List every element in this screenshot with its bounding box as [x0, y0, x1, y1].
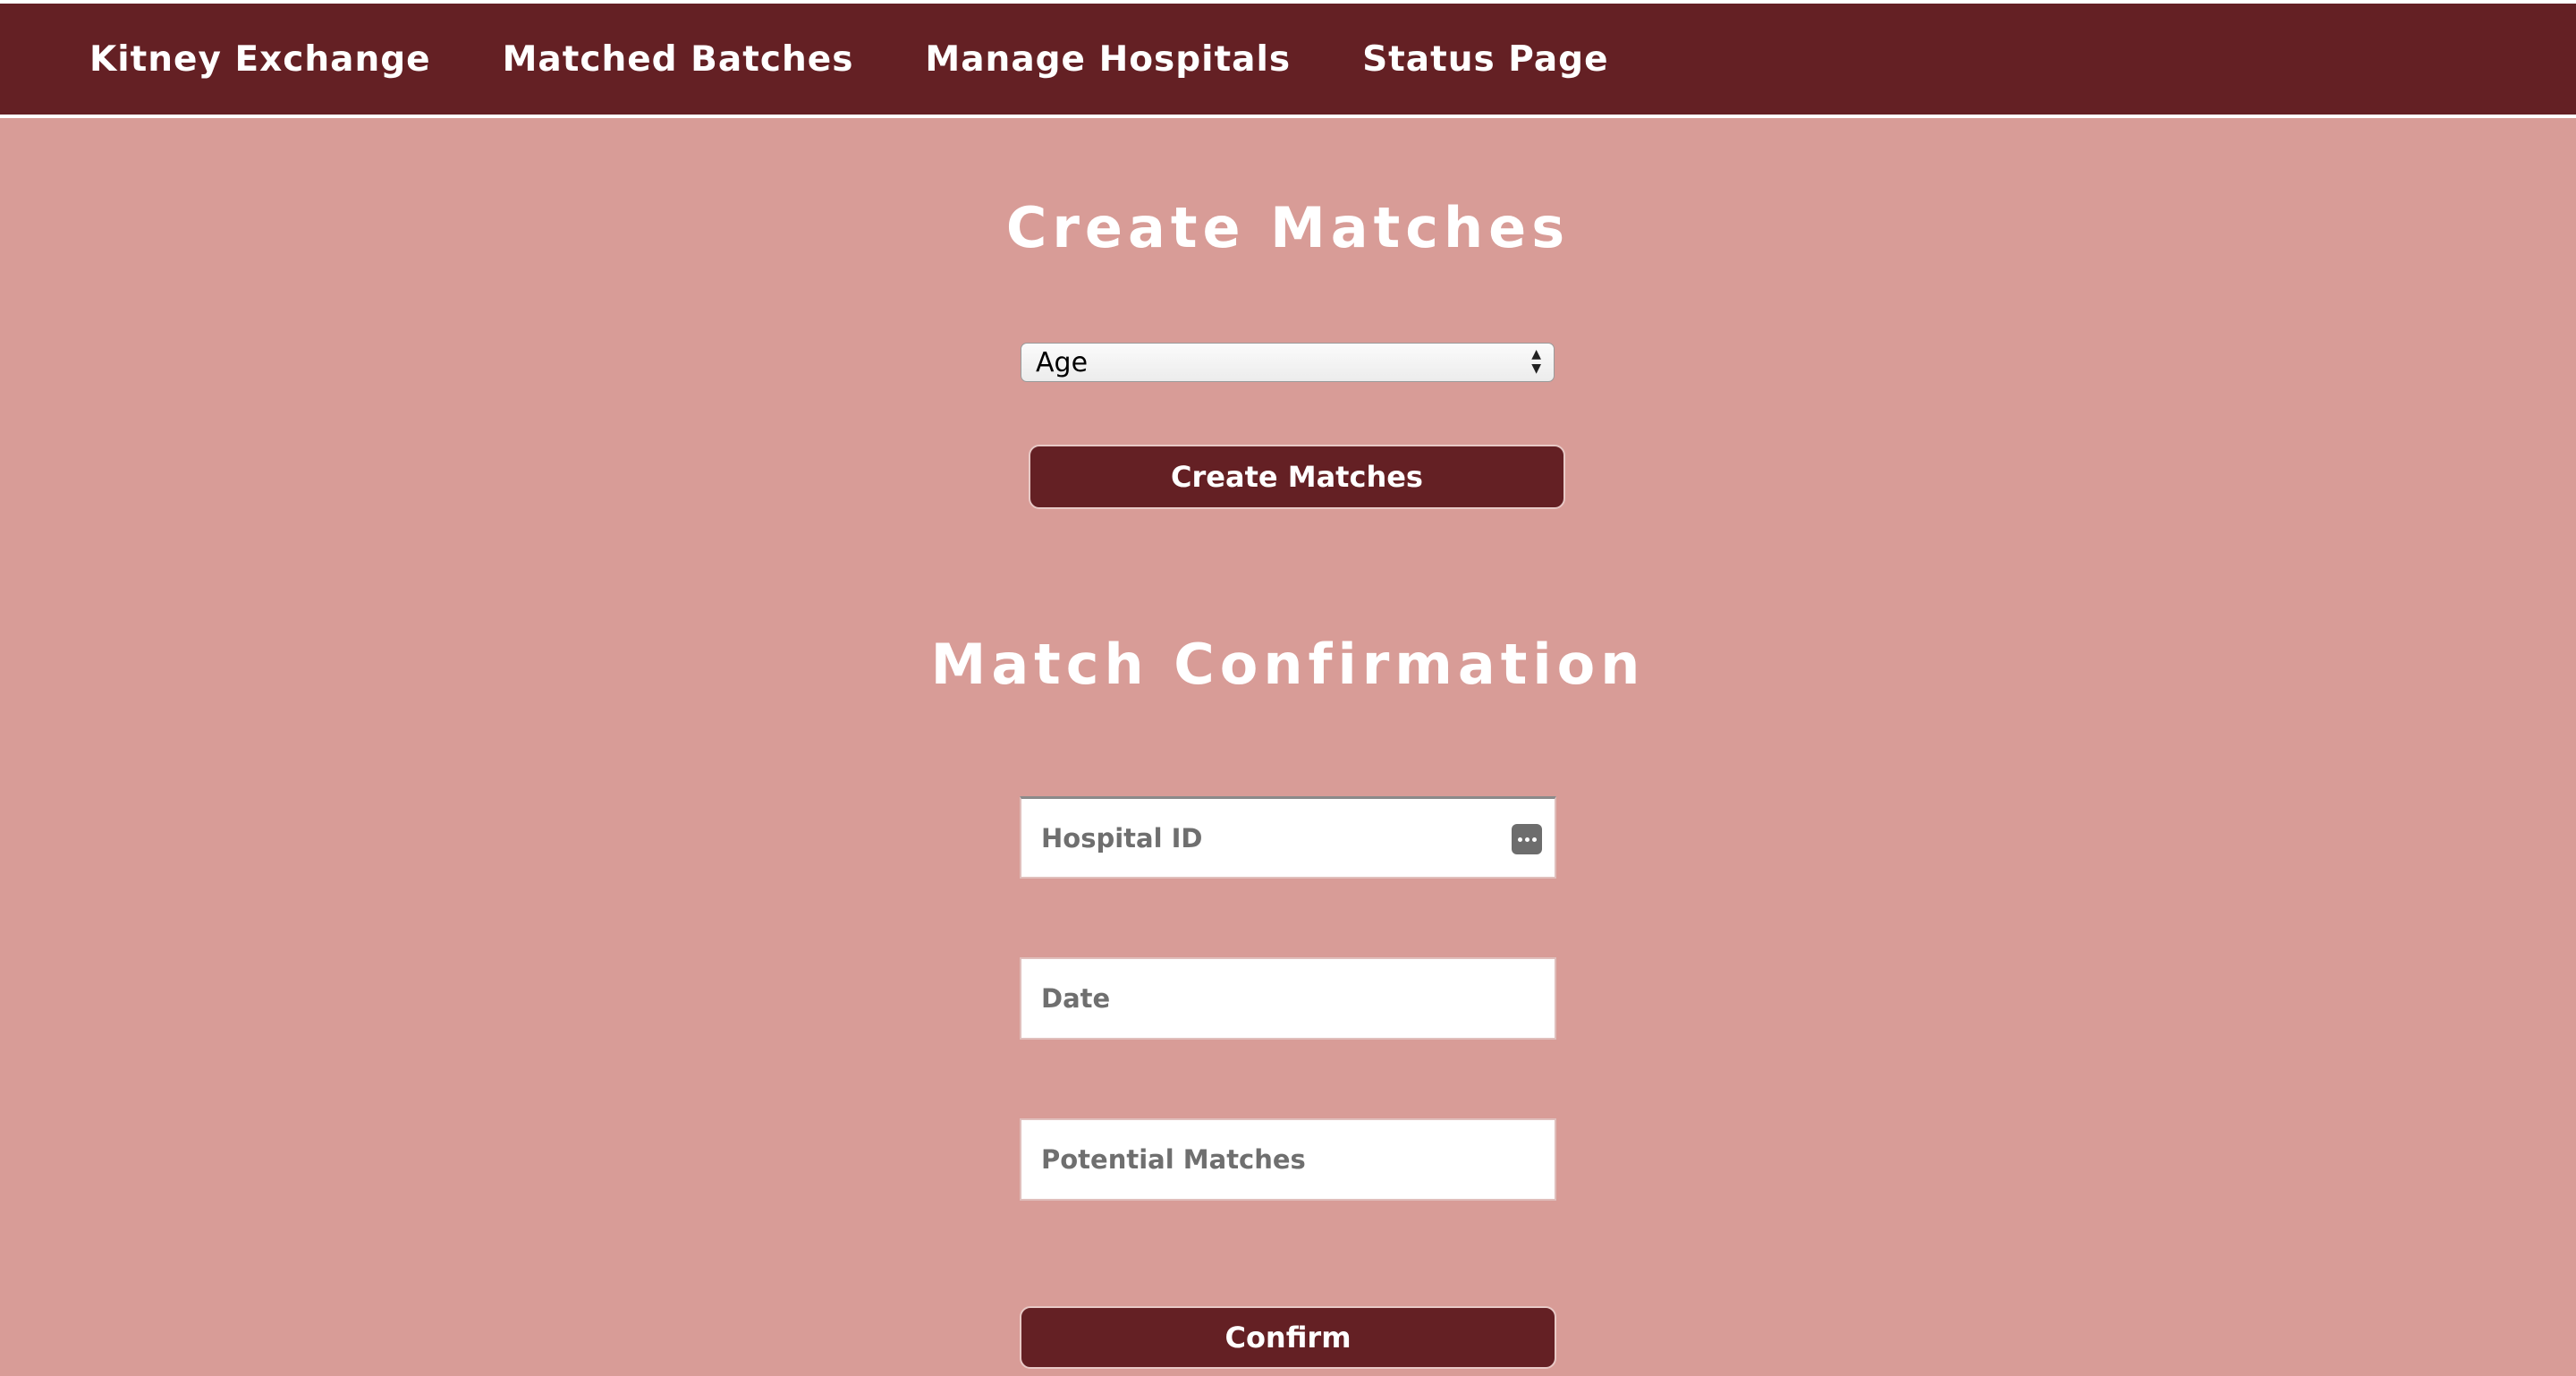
match-criteria-select[interactable]: Age ▲ ▼ [1021, 343, 1555, 382]
date-input[interactable] [1041, 959, 1555, 1038]
match-criteria-selected-value: Age [1036, 346, 1089, 378]
nav-item-manage-hospitals[interactable]: Manage Hospitals [925, 39, 1291, 80]
create-matches-heading: Create Matches [1005, 195, 1571, 260]
nav-item-kitney-exchange[interactable]: Kitney Exchange [89, 39, 431, 80]
nav-item-matched-batches[interactable]: Matched Batches [503, 39, 854, 80]
date-field-container [1020, 957, 1556, 1040]
potential-matches-input[interactable] [1041, 1120, 1555, 1199]
hospital-id-field-container [1020, 796, 1556, 879]
key-autofill-icon[interactable] [1512, 824, 1542, 854]
hospital-id-input[interactable] [1041, 799, 1555, 877]
nav-item-status-page[interactable]: Status Page [1362, 39, 1608, 80]
updown-chevron-icon: ▲ ▼ [1531, 347, 1541, 376]
confirm-button[interactable]: Confirm [1020, 1306, 1556, 1369]
main-navbar: Kitney Exchange Matched Batches Manage H… [0, 4, 2576, 115]
create-matches-button[interactable]: Create Matches [1029, 445, 1565, 509]
match-confirmation-heading: Match Confirmation [930, 632, 1646, 697]
potential-matches-field-container [1020, 1118, 1556, 1201]
